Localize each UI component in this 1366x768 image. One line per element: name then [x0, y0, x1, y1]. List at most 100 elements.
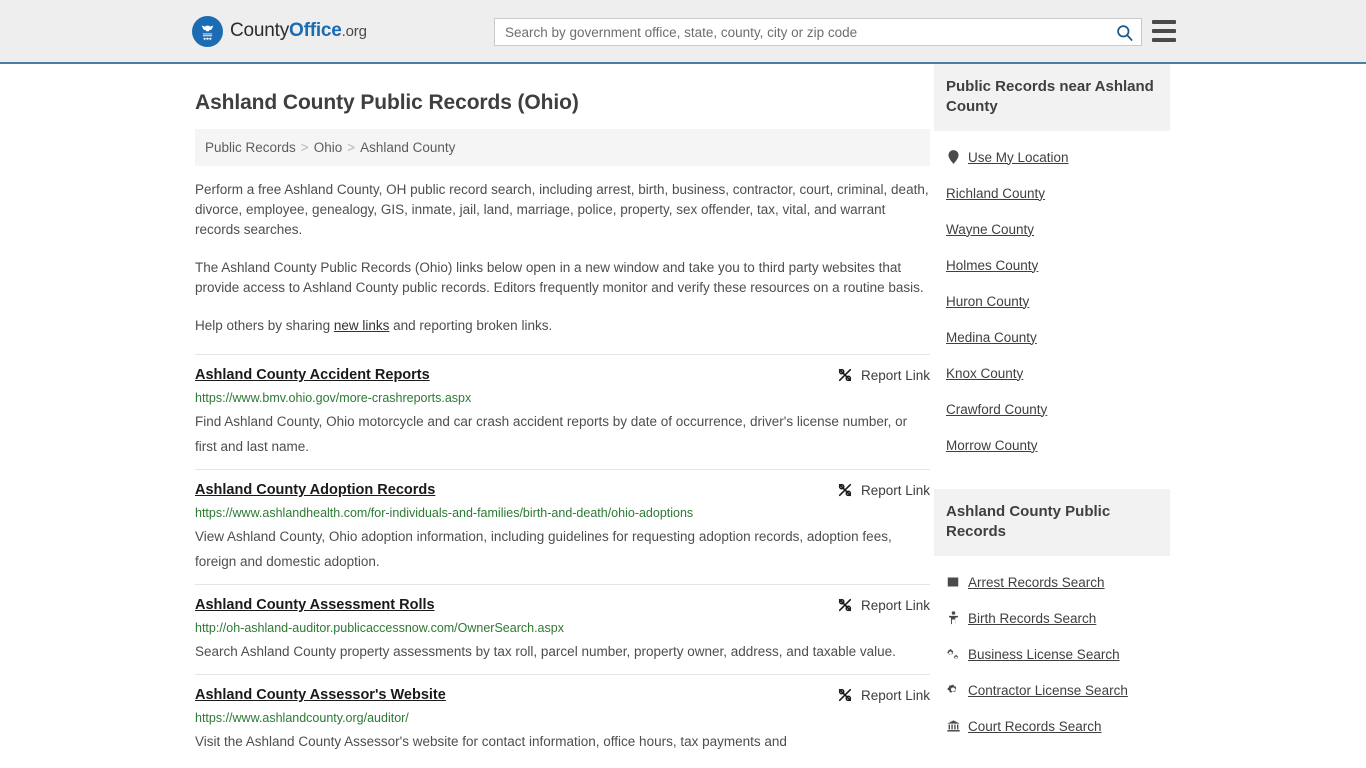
site-header: CountyOffice.org: [0, 0, 1366, 64]
hamburger-bar: [1152, 38, 1176, 42]
sidebar-item-huron-county[interactable]: Huron County: [934, 283, 1170, 319]
sidebar-link[interactable]: Knox County: [946, 366, 1023, 381]
page-title: Ashland County Public Records (Ohio): [195, 91, 579, 114]
page-body: Ashland County Public Records (Ohio) Pub…: [0, 64, 1366, 764]
logo-text-county: County: [230, 20, 290, 41]
sidebar-near-list: Use My Location Richland County Wayne Co…: [934, 139, 1170, 463]
sidebar-link[interactable]: Arrest Records Search: [968, 575, 1105, 590]
sidebar-link[interactable]: Use My Location: [968, 150, 1069, 165]
result-title-link[interactable]: Ashland County Adoption Records: [195, 481, 435, 499]
result-item: Ashland County Assessor's Website Report…: [195, 674, 930, 754]
sidebar-link[interactable]: Huron County: [946, 294, 1029, 309]
building-icon: [946, 575, 960, 589]
sidebar-item-richland-county[interactable]: Richland County: [934, 175, 1170, 211]
sidebar-item-use-my-location[interactable]: Use My Location: [934, 139, 1170, 175]
cogs-icon: [946, 647, 960, 661]
sidebar-link[interactable]: Contractor License Search: [968, 683, 1128, 698]
courthouse-icon: [946, 719, 960, 733]
result-description: Search Ashland County property assessmen…: [195, 644, 896, 659]
sidebar-item-business-license-search[interactable]: Business License Search: [934, 636, 1170, 672]
hamburger-menu-icon[interactable]: [1152, 20, 1176, 42]
broken-link-icon: [838, 688, 852, 702]
gear-icon: [946, 683, 960, 697]
result-url: http://oh-ashland-auditor.publicaccessno…: [195, 621, 564, 635]
sidebar-link[interactable]: Birth Records Search: [968, 611, 1096, 626]
report-link-label: Report Link: [860, 687, 930, 703]
result-url: https://www.ashlandcounty.org/auditor/: [195, 711, 409, 725]
result-title-link[interactable]: Ashland County Assessment Rolls: [195, 596, 435, 614]
help-paragraph: Help others by sharing new links and rep…: [195, 316, 930, 336]
breadcrumb-separator: >: [300, 140, 309, 155]
breadcrumb-separator: >: [347, 140, 356, 155]
hamburger-bar: [1152, 20, 1176, 24]
sidebar-link[interactable]: Morrow County: [946, 438, 1038, 453]
map-pin-icon: [946, 150, 960, 164]
sidebar-item-court-records-search[interactable]: Court Records Search: [934, 708, 1170, 744]
search-button[interactable]: [1107, 19, 1141, 45]
sidebar-link[interactable]: Court Records Search: [968, 719, 1102, 734]
result-description: Find Ashland County, Ohio motorcycle and…: [195, 414, 908, 454]
result-title-link[interactable]: Ashland County Accident Reports: [195, 366, 430, 384]
baby-icon: [946, 611, 960, 625]
sidebar-records-title: Ashland County Public Records: [934, 489, 1170, 556]
search-bar[interactable]: [494, 18, 1142, 46]
sidebar-link[interactable]: Medina County: [946, 330, 1037, 345]
breadcrumb-item-ohio[interactable]: Ohio: [314, 140, 343, 155]
result-item: Ashland County Accident Reports Report L…: [195, 354, 930, 459]
result-item: Ashland County Adoption Records Report L…: [195, 469, 930, 574]
main-content: Ashland County Public Records (Ohio) Pub…: [195, 64, 930, 764]
sidebar-link[interactable]: Business License Search: [968, 647, 1120, 662]
sidebar-item-morrow-county[interactable]: Morrow County: [934, 427, 1170, 463]
breadcrumb: Public Records > Ohio > Ashland County: [195, 129, 930, 166]
logo-wordmark: CountyOffice.org: [230, 20, 367, 42]
broken-link-icon: [838, 598, 852, 612]
report-link-button[interactable]: Report Link: [837, 481, 930, 498]
result-description: View Ashland County, Ohio adoption infor…: [195, 529, 892, 569]
search-input[interactable]: [495, 19, 1107, 45]
sidebar-item-knox-county[interactable]: Knox County: [934, 355, 1170, 391]
sidebar-link[interactable]: Holmes County: [946, 258, 1038, 273]
breadcrumb-item-ashland-county[interactable]: Ashland County: [360, 140, 455, 155]
help-prefix: Help others by sharing: [195, 318, 334, 333]
sidebar: Public Records near Ashland County Use M…: [934, 64, 1170, 764]
sidebar-item-contractor-license-search[interactable]: Contractor License Search: [934, 672, 1170, 708]
intro-paragraph-1: Perform a free Ashland County, OH public…: [195, 182, 929, 237]
sidebar-link[interactable]: Richland County: [946, 186, 1045, 201]
intro-paragraph-2: The Ashland County Public Records (Ohio)…: [195, 260, 924, 295]
broken-link-icon: [838, 368, 852, 382]
sidebar-item-arrest-records-search[interactable]: Arrest Records Search: [934, 564, 1170, 600]
sidebar-item-birth-records-search[interactable]: Birth Records Search: [934, 600, 1170, 636]
result-item: Ashland County Assessment Rolls Report L…: [195, 584, 930, 664]
report-link-label: Report Link: [860, 597, 930, 613]
result-url: https://www.ashlandhealth.com/for-indivi…: [195, 506, 694, 520]
breadcrumb-item-public-records[interactable]: Public Records: [205, 140, 296, 155]
sidebar-item-crawford-county[interactable]: Crawford County: [934, 391, 1170, 427]
sidebar-near-title: Public Records near Ashland County: [934, 64, 1170, 131]
result-title-link[interactable]: Ashland County Assessor's Website: [195, 686, 446, 704]
result-url: https://www.bmv.ohio.gov/more-crashrepor…: [195, 391, 472, 405]
sidebar-link[interactable]: Wayne County: [946, 222, 1034, 237]
sidebar-item-medina-county[interactable]: Medina County: [934, 319, 1170, 355]
eagle-seal-icon: [192, 15, 223, 47]
search-icon: [1116, 24, 1132, 41]
logo-text-office: Office: [289, 20, 342, 41]
new-links-link[interactable]: new links: [334, 318, 390, 333]
broken-link-icon: [838, 483, 852, 497]
hamburger-bar: [1152, 29, 1176, 33]
sidebar-item-holmes-county[interactable]: Holmes County: [934, 247, 1170, 283]
sidebar-link[interactable]: Crawford County: [946, 402, 1047, 417]
help-suffix: and reporting broken links.: [389, 318, 553, 333]
report-link-label: Report Link: [860, 482, 930, 498]
sidebar-records-block: Ashland County Public Records Arrest Rec…: [934, 489, 1170, 744]
report-link-button[interactable]: Report Link: [837, 596, 930, 613]
site-logo[interactable]: CountyOffice.org: [192, 15, 367, 47]
sidebar-records-list: Arrest Records Search Birth Records Sear…: [934, 564, 1170, 744]
result-description: Visit the Ashland County Assessor's webs…: [195, 734, 787, 749]
sidebar-item-wayne-county[interactable]: Wayne County: [934, 211, 1170, 247]
report-link-button[interactable]: Report Link: [837, 366, 930, 383]
report-link-button[interactable]: Report Link: [837, 686, 930, 703]
logo-text-tld: .org: [341, 23, 367, 40]
report-link-label: Report Link: [860, 367, 930, 383]
